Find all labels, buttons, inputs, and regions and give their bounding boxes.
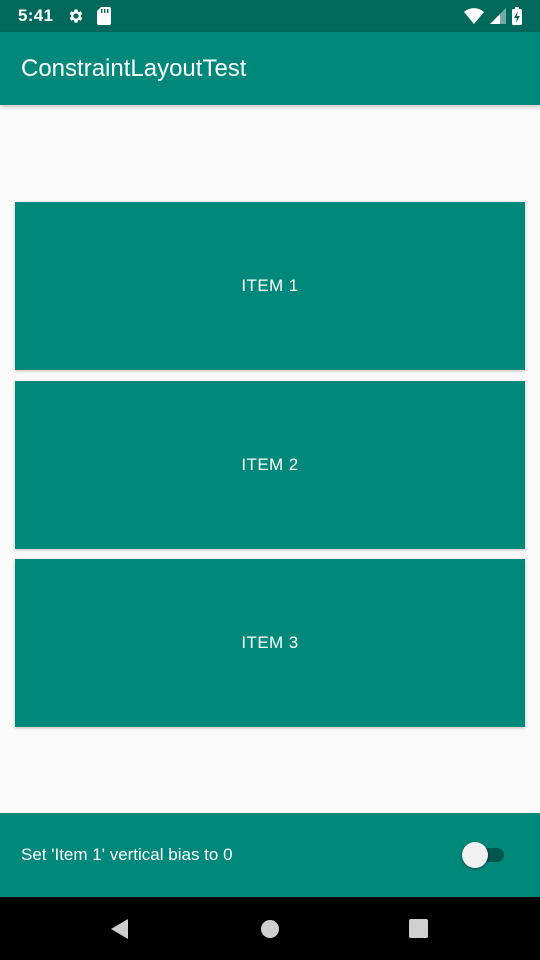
bias-toggle-switch[interactable] [462, 841, 506, 869]
cell-signal-icon [490, 8, 506, 24]
wifi-icon [464, 8, 484, 24]
item-1-label: ITEM 1 [241, 276, 299, 295]
bias-switch-label: Set 'Item 1' vertical bias to 0 [21, 845, 233, 864]
item-2-card[interactable]: ITEM 2 [15, 381, 525, 549]
app-title: ConstraintLayoutTest [21, 54, 247, 82]
item-2-label: ITEM 2 [241, 455, 299, 474]
back-icon[interactable] [106, 915, 134, 943]
bias-control-bar: Set 'Item 1' vertical bias to 0 [0, 813, 540, 897]
recents-icon[interactable] [405, 915, 433, 943]
home-icon[interactable] [256, 915, 284, 943]
item-3-label: ITEM 3 [241, 633, 299, 652]
item-3-card[interactable]: ITEM 3 [15, 559, 525, 727]
battery-charging-icon [512, 7, 522, 25]
item-1-card[interactable]: ITEM 1 [15, 202, 525, 370]
navigation-bar [0, 897, 540, 960]
status-right-icons [464, 7, 522, 25]
status-left-icons [67, 7, 112, 25]
gear-icon [67, 7, 85, 25]
app-bar: ConstraintLayoutTest [0, 32, 540, 105]
screen: 5:41 ConstraintLayoutTest ITEM 1 ITEM 2 … [0, 0, 540, 960]
sd-card-icon [97, 7, 112, 25]
status-time: 5:41 [18, 6, 54, 25]
status-bar: 5:41 [0, 0, 540, 32]
switch-thumb[interactable] [462, 842, 488, 868]
